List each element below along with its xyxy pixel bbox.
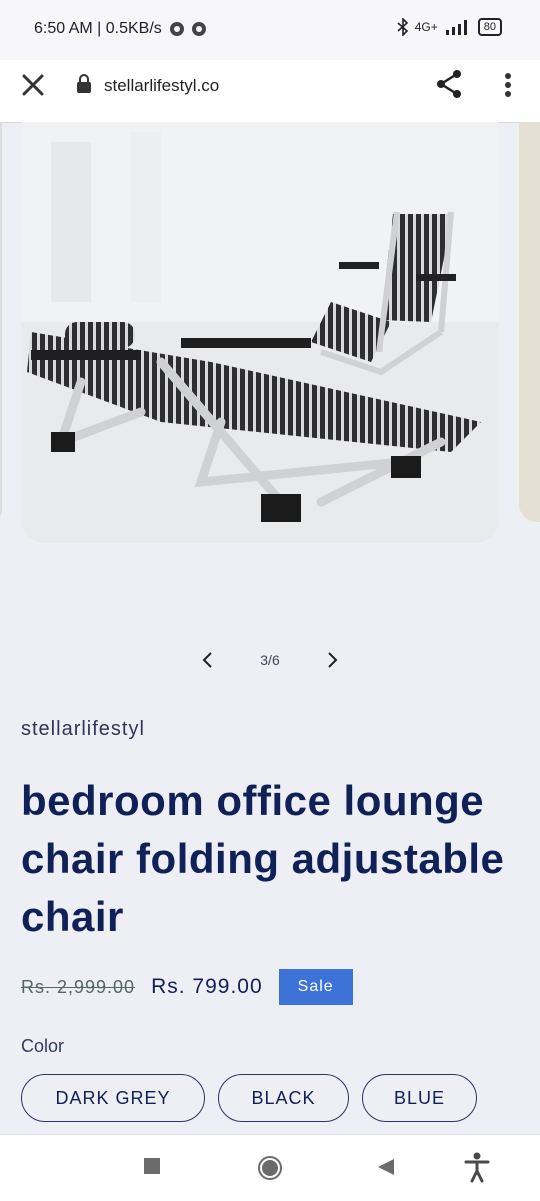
status-left: 6:50 AM | 0.5KB/s <box>34 20 206 38</box>
network-label: 4G+ <box>414 20 438 34</box>
bluetooth-icon <box>397 18 408 36</box>
chrome-icon <box>191 22 206 36</box>
next-image-peek[interactable] <box>519 122 540 522</box>
color-label: Color <box>21 1036 65 1056</box>
recent-apps-icon[interactable] <box>143 1157 161 1175</box>
url-bar[interactable]: stellarlifestyl.co <box>104 76 219 96</box>
sale-price: Rs. 799.00 <box>151 975 263 998</box>
previous-image-peek[interactable] <box>0 122 2 522</box>
color-option-dark-grey[interactable]: DARK GREY <box>21 1074 205 1122</box>
chevron-right-icon[interactable] <box>320 648 344 672</box>
signal-icon <box>445 20 467 35</box>
home-icon[interactable] <box>257 1155 283 1181</box>
chevron-left-icon[interactable] <box>196 648 220 672</box>
compare-price: Rs. 2,999.00 <box>21 976 136 997</box>
price-row: Rs. 2,999.00 Rs. 799.00 Sale <box>21 968 353 1006</box>
more-vert-icon[interactable] <box>498 70 518 100</box>
chair-illustration <box>21 122 499 543</box>
share-icon[interactable] <box>434 68 464 100</box>
vendor-name: stellarlifestyl <box>21 718 145 740</box>
gallery-pager: 3/6 <box>0 648 540 674</box>
android-nav-bar <box>0 1134 540 1201</box>
color-option-blue[interactable]: BLUE <box>362 1074 477 1122</box>
close-icon[interactable] <box>20 72 46 98</box>
sale-badge: Sale <box>278 969 353 1005</box>
status-time: 6:50 AM | 0.5KB/s <box>34 20 162 37</box>
slide-counter: 3/6 <box>260 652 280 668</box>
chrome-icon <box>169 22 184 36</box>
product-title: bedroom office lounge chair folding adju… <box>21 777 505 940</box>
back-icon[interactable] <box>376 1157 396 1177</box>
color-options: DARK GREY BLACK BLUE <box>21 1074 477 1122</box>
battery-indicator: 80 <box>477 18 502 36</box>
status-right: 4G+ 80 <box>397 18 502 36</box>
browser-toolbar: stellarlifestyl.co <box>0 60 540 123</box>
product-gallery[interactable] <box>0 122 540 622</box>
lock-icon <box>77 74 91 93</box>
status-bar: 6:50 AM | 0.5KB/s 4G+ 80 <box>0 0 540 60</box>
color-option-black[interactable]: BLACK <box>218 1074 349 1122</box>
product-image[interactable] <box>21 122 499 543</box>
accessibility-icon[interactable] <box>464 1151 490 1183</box>
